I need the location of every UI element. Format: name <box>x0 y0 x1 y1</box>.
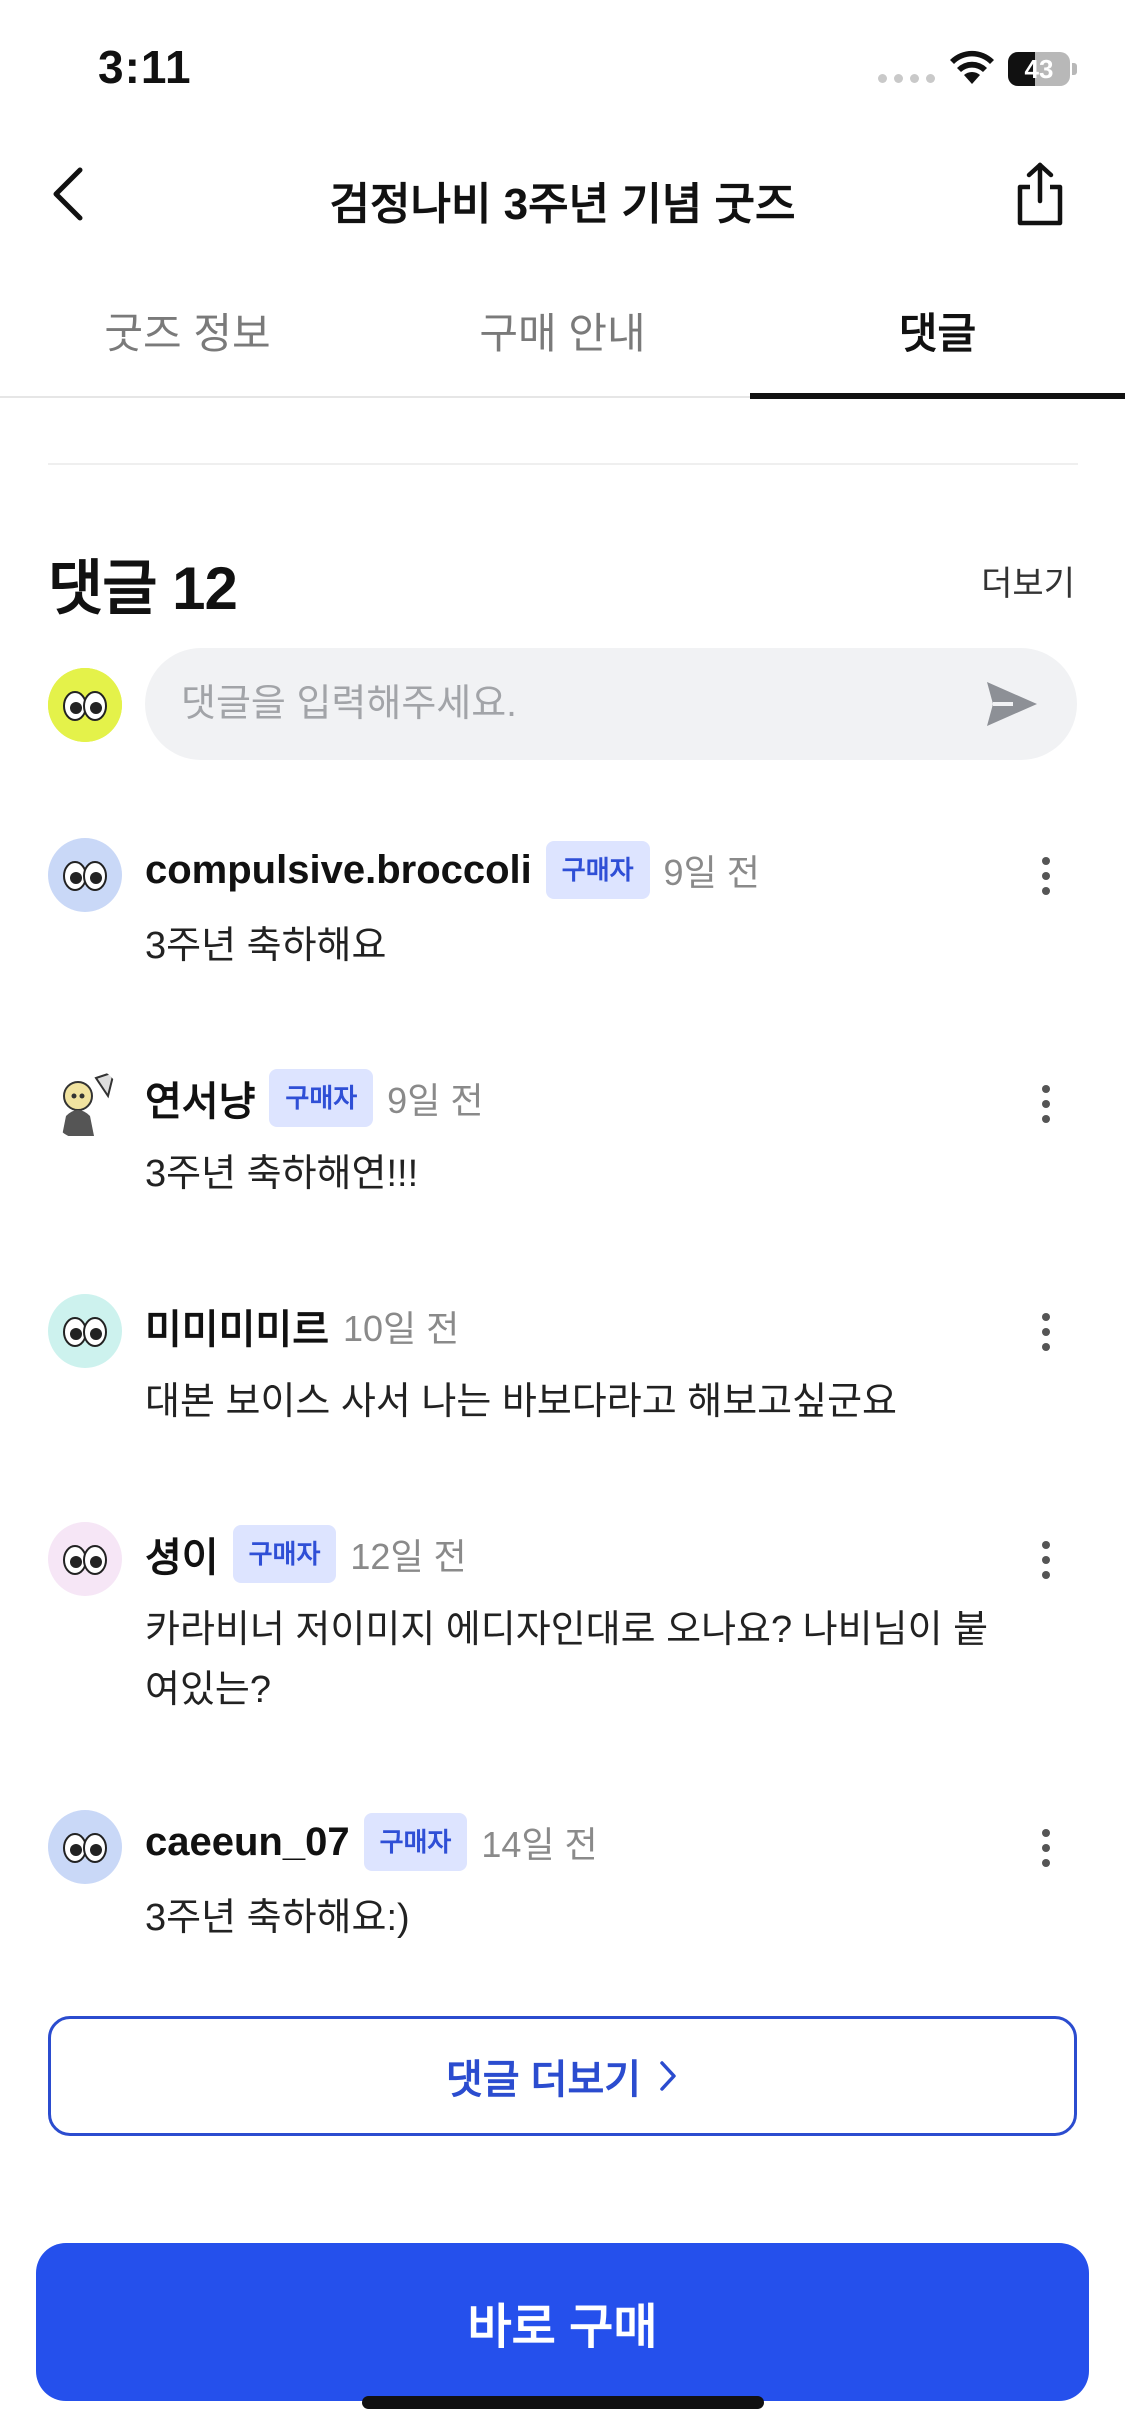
comment-text: 3주년 축하해연!!! <box>145 1153 419 1195</box>
comment-time: 9일 전 <box>663 852 760 893</box>
comments-title: 댓글 12 <box>48 555 238 622</box>
tab-purchase-guide[interactable]: 구매 안내 <box>375 290 750 396</box>
buyer-badge: 구매자 <box>232 1525 337 1583</box>
tab-bar: 굿즈 정보 구매 안내 댓글 <box>0 290 1125 399</box>
send-icon[interactable] <box>983 676 1041 732</box>
more-comments-label: 댓글 더보기 <box>445 2058 642 2102</box>
more-options-icon[interactable] <box>1024 1530 1068 1590</box>
avatar <box>48 1810 122 1884</box>
home-indicator <box>362 2396 764 2409</box>
status-bar: 3:11 43 <box>0 0 1125 140</box>
avatar <box>48 1294 122 1368</box>
page-title: 검정나비 3주년 기념 굿즈 <box>329 180 796 229</box>
section-divider <box>48 463 1078 465</box>
more-options-icon[interactable] <box>1024 846 1068 906</box>
comment-time: 10일 전 <box>343 1308 460 1349</box>
comment-text: 3주년 축하해요:) <box>145 1897 410 1939</box>
comment-text: 대본 보이스 사서 나는 바보다라고 해보고싶군요 <box>145 1381 897 1423</box>
wifi-icon <box>950 50 994 84</box>
username[interactable]: compulsive.broccoli <box>145 848 532 893</box>
comment-time: 9일 전 <box>387 1080 484 1121</box>
tab-comments[interactable]: 댓글 <box>750 290 1125 399</box>
header: 검정나비 3주년 기념 굿즈 <box>0 140 1125 250</box>
username[interactable]: 미미미미르 <box>145 1297 329 1355</box>
share-button[interactable] <box>1008 154 1072 234</box>
tab-goods-info[interactable]: 굿즈 정보 <box>0 290 375 396</box>
buy-now-button[interactable]: 바로 구매 <box>36 2243 1089 2401</box>
comment-input-box <box>145 648 1077 760</box>
avatar <box>48 1066 122 1140</box>
username[interactable]: 연서냥 <box>145 1069 255 1127</box>
battery-icon: 43 <box>1008 52 1078 86</box>
more-options-icon[interactable] <box>1024 1074 1068 1134</box>
buy-now-label: 바로 구매 <box>467 2301 658 2354</box>
back-button[interactable] <box>36 158 100 230</box>
chevron-right-icon <box>660 2061 676 2091</box>
buyer-badge: 구매자 <box>545 841 650 899</box>
comment-time: 14일 전 <box>481 1824 598 1865</box>
username[interactable]: 셩이 <box>145 1525 219 1583</box>
more-comments-button[interactable]: 댓글 더보기 <box>48 2016 1077 2136</box>
comment-text: 3주년 축하해요 <box>145 925 387 967</box>
signal-icon <box>878 74 935 83</box>
my-avatar <box>48 668 122 742</box>
status-time: 3:11 <box>98 41 192 93</box>
buyer-badge: 구매자 <box>363 1813 468 1871</box>
more-link[interactable]: 더보기 <box>981 556 1075 605</box>
more-options-icon[interactable] <box>1024 1818 1068 1878</box>
avatar <box>48 838 122 912</box>
comment-time: 12일 전 <box>350 1536 467 1577</box>
comment-text: 카라비너 저이미지 에디자인대로 오나요? 나비님이 붙여있는? <box>145 1609 989 1711</box>
avatar <box>48 1522 122 1596</box>
chevron-left-icon <box>53 167 83 221</box>
share-icon <box>1017 162 1063 226</box>
comment-input[interactable] <box>181 648 981 760</box>
more-options-icon[interactable] <box>1024 1302 1068 1362</box>
username[interactable]: caeeun_07 <box>145 1820 350 1865</box>
buyer-badge: 구매자 <box>269 1069 374 1127</box>
